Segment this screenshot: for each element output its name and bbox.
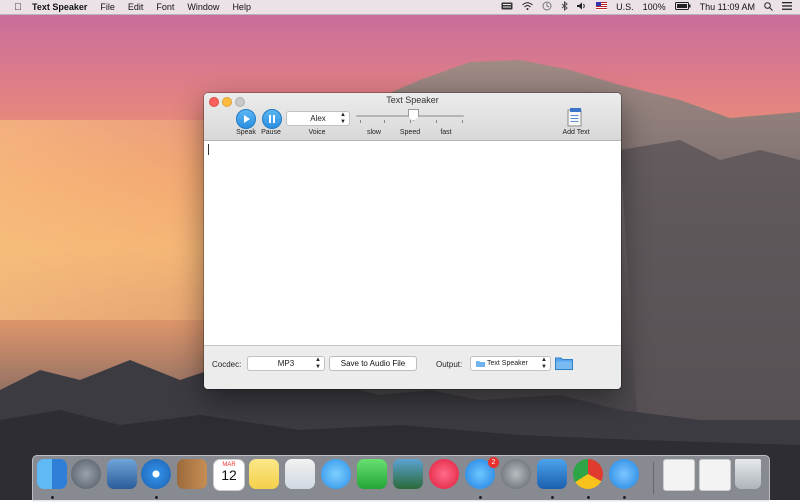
document-add-icon — [567, 108, 582, 127]
title-toolbar: Text Speaker Speak Pause Alex ▲ ▼ Voice s… — [204, 93, 621, 141]
pause-button[interactable] — [262, 109, 282, 129]
notes-icon[interactable] — [249, 459, 279, 489]
updown-arrows-icon: ▲ ▼ — [541, 357, 547, 370]
dock: MAR 12 2 — [32, 455, 770, 502]
window-title: Text Speaker — [386, 95, 439, 105]
clock[interactable]: Thu 11:09 AM — [700, 2, 755, 12]
time-machine-icon[interactable] — [542, 1, 552, 13]
app-store-badge: 2 — [488, 457, 499, 468]
menu-app-name[interactable]: Text Speaker — [32, 2, 87, 12]
itunes-icon[interactable] — [429, 459, 459, 489]
downloads-stack-icon[interactable] — [663, 459, 695, 491]
documents-stack-icon[interactable] — [699, 459, 731, 491]
slider-tick — [462, 120, 463, 123]
codec-label: Cocdec: — [212, 360, 242, 369]
text-editor[interactable] — [204, 141, 621, 346]
speed-label: Speed — [399, 129, 421, 136]
menu-window[interactable]: Window — [187, 2, 219, 12]
running-indicator — [587, 496, 590, 499]
launchpad-icon[interactable] — [71, 459, 101, 489]
running-indicator — [623, 496, 626, 499]
battery-icon[interactable] — [674, 2, 691, 12]
wifi-icon[interactable] — [522, 2, 533, 12]
battery-percent[interactable]: 100% — [643, 2, 666, 12]
slider-tick — [384, 120, 385, 123]
notification-center-icon[interactable] — [782, 2, 792, 12]
input-source-label[interactable]: U.S. — [616, 2, 634, 12]
xcode-icon[interactable] — [537, 459, 567, 489]
play-icon — [244, 115, 250, 123]
output-select[interactable]: Text Speaker ▲ ▼ — [470, 356, 551, 371]
system-preferences-icon[interactable] — [501, 459, 531, 489]
add-text-label: Add Text — [562, 129, 590, 136]
pause-icon — [269, 115, 275, 123]
menu-bar:  Text Speaker File Edit Font Window Hel… — [0, 0, 800, 15]
safari-icon[interactable] — [141, 459, 171, 489]
slider-tick — [360, 120, 361, 123]
photo-icon[interactable] — [107, 459, 137, 489]
facetime-icon[interactable] — [357, 459, 387, 489]
codec-value: MP3 — [277, 359, 295, 368]
iphoto-icon[interactable] — [393, 459, 423, 489]
voice-label: Voice — [308, 129, 326, 136]
codec-select[interactable]: MP3 ▲ ▼ — [247, 356, 325, 371]
text-speaker-icon[interactable] — [609, 459, 639, 489]
speed-slow-label: slow — [366, 129, 381, 136]
text-caret — [208, 144, 209, 155]
apple-menu-icon[interactable]:  — [12, 2, 24, 13]
voice-value: Alex — [310, 114, 326, 123]
dock-divider — [653, 462, 654, 494]
choose-folder-button[interactable] — [555, 356, 573, 373]
slider-tick — [436, 120, 437, 123]
keyboard-viewer-icon[interactable] — [501, 2, 513, 12]
running-indicator — [51, 496, 54, 499]
output-value: Text Speaker — [487, 360, 528, 367]
menu-font[interactable]: Font — [156, 2, 174, 12]
menu-help[interactable]: Help — [232, 2, 251, 12]
bottom-bar: Cocdec: MP3 ▲ ▼ Save to Audio File Output… — [204, 346, 621, 389]
folder-icon — [476, 361, 485, 367]
speak-label: Speak — [236, 129, 256, 136]
volume-icon[interactable] — [577, 2, 587, 12]
calendar-icon[interactable]: MAR 12 — [213, 459, 245, 491]
menu-file[interactable]: File — [100, 2, 115, 12]
speak-button[interactable] — [236, 109, 256, 129]
running-indicator — [551, 496, 554, 499]
calendar-day: 12 — [221, 467, 237, 483]
finder-icon[interactable] — [37, 459, 67, 489]
running-indicator — [479, 496, 482, 499]
messages-icon[interactable] — [321, 459, 351, 489]
trash-icon[interactable] — [735, 459, 761, 489]
bluetooth-icon[interactable] — [561, 0, 568, 13]
text-speaker-window: Text Speaker Speak Pause Alex ▲ ▼ Voice s… — [204, 93, 621, 389]
folder-icon — [555, 357, 573, 370]
status-area: U.S. 100% Thu 11:09 AM — [501, 0, 792, 14]
spotlight-icon[interactable] — [764, 1, 773, 13]
output-label: Output: — [436, 360, 463, 369]
menu-edit[interactable]: Edit — [128, 2, 144, 12]
us-flag-icon[interactable] — [596, 2, 608, 12]
add-text-button[interactable] — [566, 107, 584, 127]
chrome-icon[interactable] — [573, 459, 603, 489]
contacts-icon[interactable] — [177, 459, 207, 489]
speed-fast-label: fast — [440, 129, 452, 136]
running-indicator — [155, 496, 158, 499]
updown-arrows-icon: ▲ ▼ — [315, 357, 321, 370]
updown-arrows-icon: ▲ ▼ — [340, 112, 346, 125]
voice-select[interactable]: Alex ▲ ▼ — [286, 111, 350, 126]
save-audio-button[interactable]: Save to Audio File — [329, 356, 417, 371]
pause-label: Pause — [261, 129, 281, 136]
preview-icon[interactable] — [285, 459, 315, 489]
slider-tick — [410, 120, 411, 123]
